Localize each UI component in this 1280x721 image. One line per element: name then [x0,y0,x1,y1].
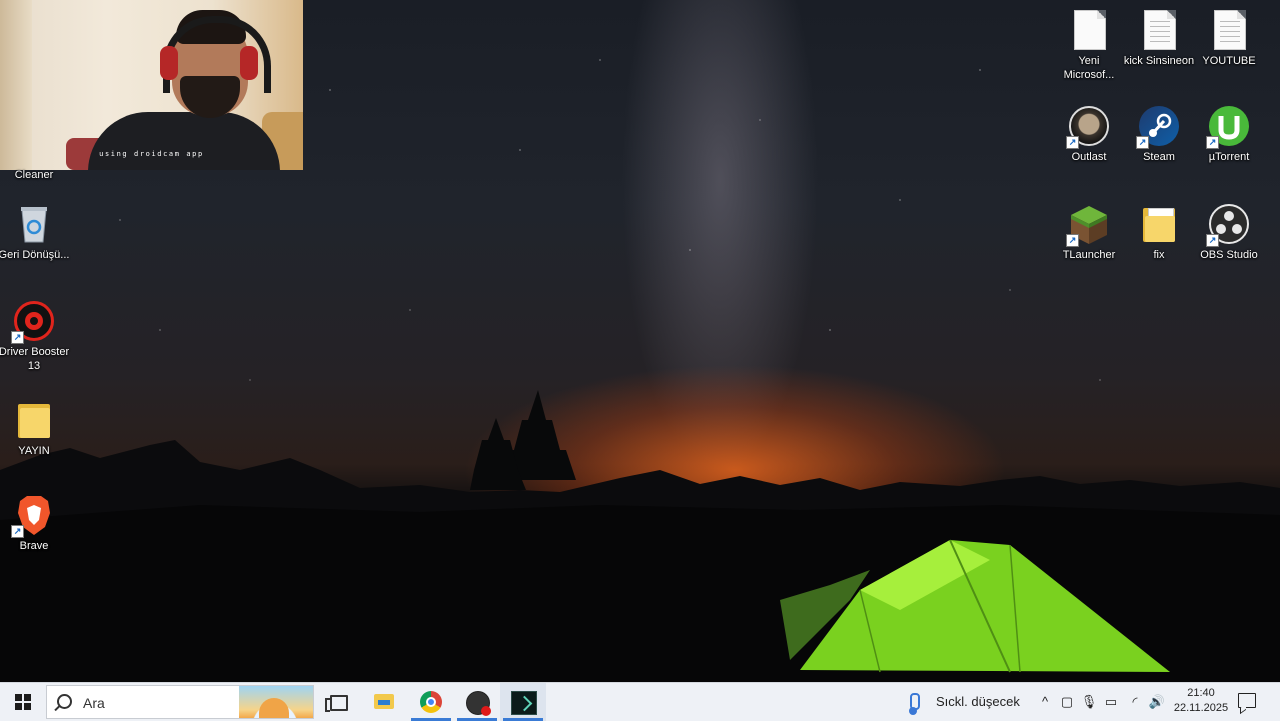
desktop-icon-fix-folder[interactable]: fix [1122,202,1196,262]
taskbar-obs-studio[interactable] [454,683,500,721]
minecraft-grass-block-icon: ↗ [1066,202,1111,247]
desktop-icon-label: Yeni Microsof... [1063,55,1115,81]
desktop-icon-label: Driver Booster 13 [0,346,70,372]
shortcut-arrow-icon: ↗ [1066,136,1079,149]
shortcut-arrow-icon: ↗ [1206,136,1219,149]
taskbar-search-box[interactable]: Ara [46,685,314,719]
folder-icon [12,398,56,442]
weather-widget[interactable]: Sıckl. düşecek [904,683,1026,721]
text-document-icon [1207,8,1251,52]
terminal-app-icon [511,691,537,715]
obs-studio-icon: ↗ [1206,202,1251,247]
desktop-icon-label: OBS Studio [1200,249,1258,261]
folder-icon [1137,202,1181,246]
file-explorer-icon [374,694,394,709]
webcam-person-torso [88,112,280,170]
clock-time: 21:40 [1187,687,1215,699]
desktop-icon-driver-booster[interactable]: ↗ Driver Booster 13 [0,299,71,373]
tray-app-icon[interactable]: ▢ [1056,683,1078,721]
windows-logo-icon [15,694,31,710]
desktop-icon-steam[interactable]: ↗ Steam [1122,104,1196,164]
recycle-bin-icon [12,202,56,246]
search-placeholder: Ara [83,695,105,711]
desktop-icon-label: kick Sinsineon [1123,55,1195,67]
shortcut-arrow-icon: ↗ [1066,234,1079,247]
blank-document-icon [1067,8,1111,52]
wifi-icon[interactable]: ◜ [1124,683,1146,721]
volume-icon[interactable]: 🔊 [1146,683,1168,721]
desktop-icon-label: µTorrent [1208,151,1250,163]
desktop-icon-label: TLauncher [1062,249,1116,261]
microphone-icon[interactable]: 🎙 [1078,683,1100,721]
webcam-overlay: using droidcam app [0,0,303,170]
desktop-icon-label: YAYIN [18,445,50,457]
desktop-icon-utorrent[interactable]: ↗ µTorrent [1192,104,1266,164]
desktop-icon-label: Steam [1143,151,1175,163]
desktop-icon-label: Outlast [1071,151,1107,163]
tray-overflow-chevron-up-icon[interactable]: ^ [1034,683,1056,721]
webcam-wall [0,0,32,170]
headphone-left-cup [160,46,178,80]
taskbar-file-explorer[interactable] [360,683,406,721]
shortcut-arrow-icon: ↗ [11,525,24,538]
taskbar-chrome[interactable] [408,683,454,721]
weather-text: Sıckl. düşecek [936,694,1020,709]
chrome-icon [420,691,442,713]
text-document-icon [1137,8,1181,52]
shortcut-arrow-icon: ↗ [1206,234,1219,247]
desktop-icon-recycle-bin[interactable]: Geri Dönüşü... [0,202,71,262]
shortcut-arrow-icon: ↗ [11,331,24,344]
desktop-icon-obs-studio[interactable]: ↗ OBS Studio [1192,202,1266,262]
taskbar: Ara Sıckl. düşecek ^ ▢ 🎙 ▭ ◜ 🔊 21:40 22.… [0,682,1280,721]
utorrent-icon: ↗ [1206,104,1251,149]
desktop-icon-label: Geri Dönüşü... [0,249,70,261]
task-view-icon [325,695,348,712]
notification-center-icon[interactable] [1238,693,1256,708]
desktop-icon-yayin-folder[interactable]: YAYIN [0,398,71,458]
desktop-icon-tlauncher[interactable]: ↗ TLauncher [1052,202,1126,262]
desktop-icon-brave[interactable]: ↗ Brave [0,493,71,553]
driver-booster-icon: ↗ [11,299,56,344]
system-clock[interactable]: 21:40 22.11.2025 [1170,686,1232,716]
thermometer-icon [909,693,920,715]
clock-date: 22.11.2025 [1173,702,1229,714]
task-view-button[interactable] [314,683,360,721]
brave-lion-icon: ↗ [11,493,56,538]
taskbar-terminal[interactable] [500,683,546,721]
search-highlight-image [239,686,313,718]
outlast-icon: ↗ [1066,104,1111,149]
desktop-icon-label: Brave [19,540,49,552]
battery-icon[interactable]: ▭ [1100,683,1122,721]
desktop-icon-label: fix [1153,249,1165,261]
webcam-caption: using droidcam app [99,150,204,158]
steam-icon: ↗ [1136,104,1181,149]
shortcut-arrow-icon: ↗ [1136,136,1149,149]
search-icon [57,694,72,709]
obs-recording-icon [466,691,491,716]
desktop-icon-cleaner[interactable]: Cleaner [0,166,71,182]
start-button[interactable] [0,683,46,721]
desktop-icon-new-document[interactable]: Yeni Microsof... [1052,8,1126,82]
desktop-icon-kick-sinsineon[interactable]: kick Sinsineon [1122,8,1196,68]
desktop-icon-youtube[interactable]: YOUTUBE [1192,8,1266,68]
desktop-icon-label: YOUTUBE [1202,55,1256,67]
headphone-right-cup [240,46,258,80]
desktop-icon-label: Cleaner [14,169,54,181]
desktop-icon-outlast[interactable]: ↗ Outlast [1052,104,1126,164]
